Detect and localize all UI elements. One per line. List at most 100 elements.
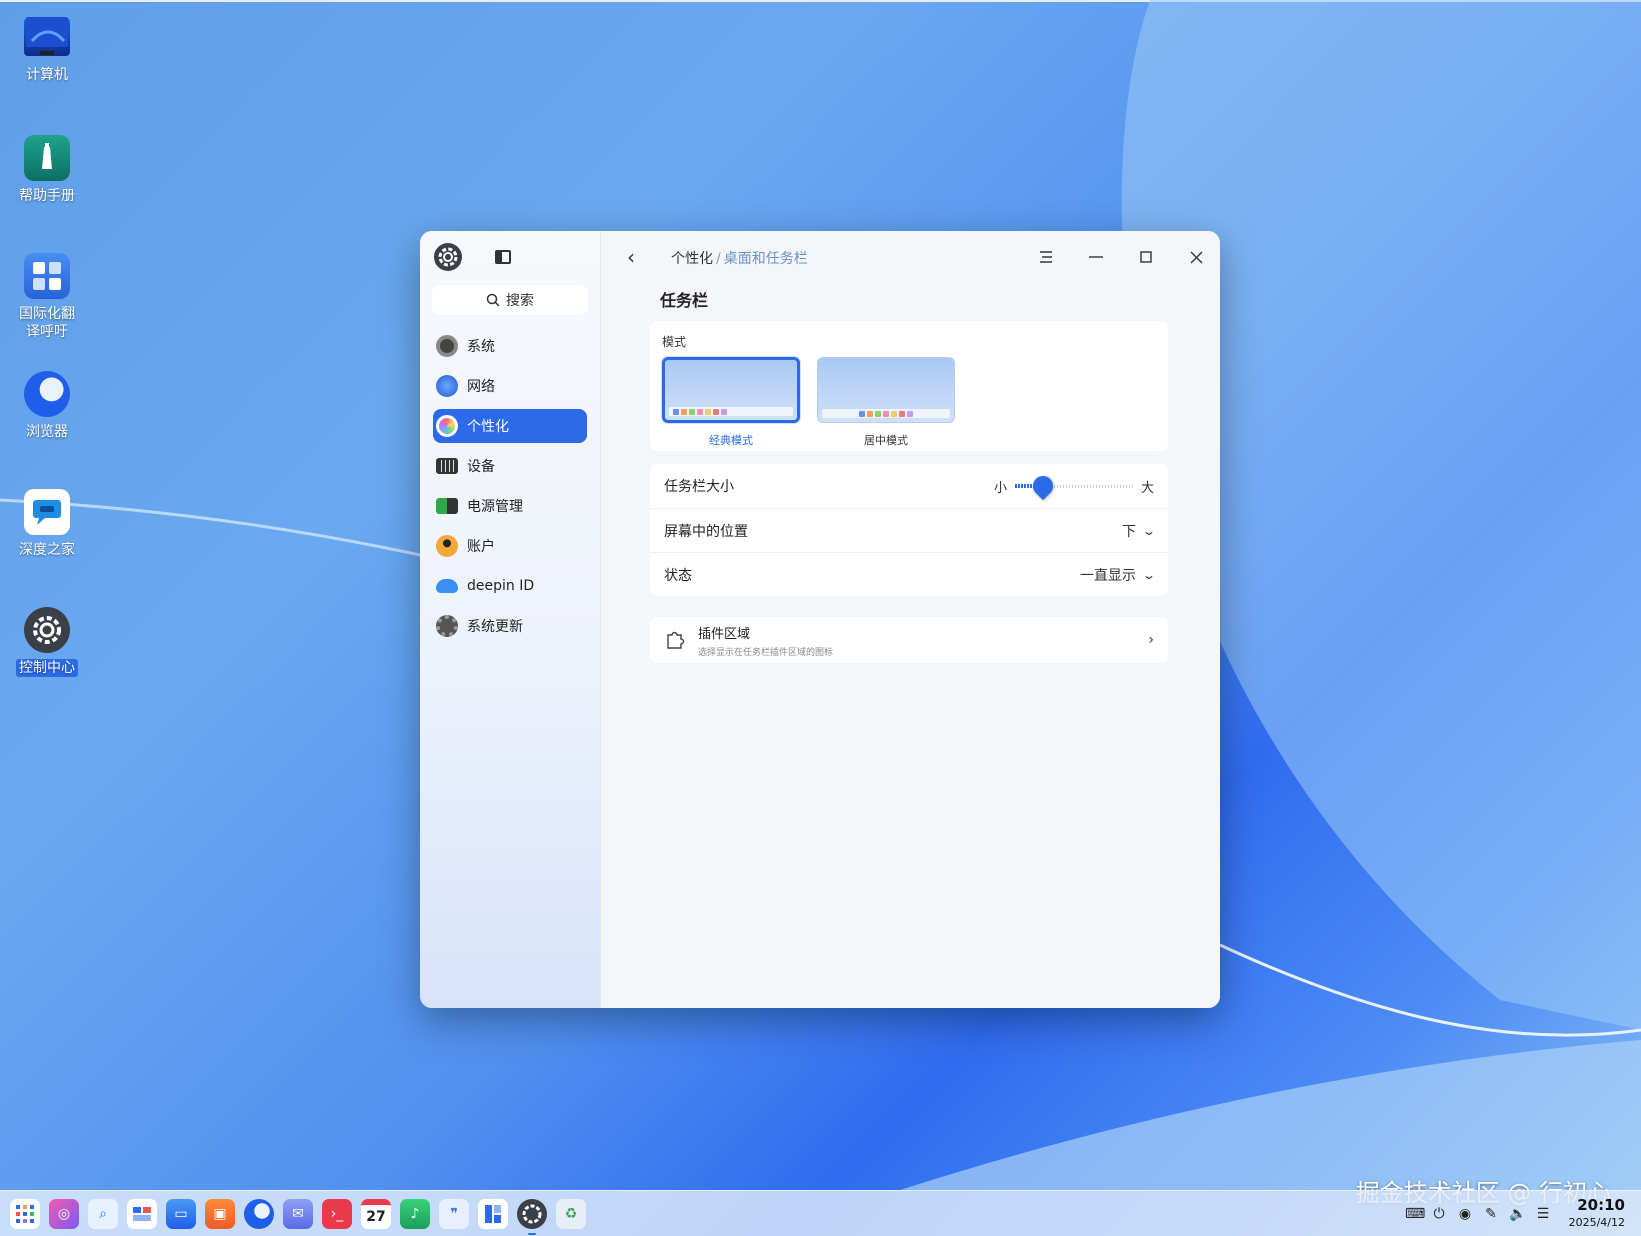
desktop-icon-deepin-home[interactable]: 深度之家	[6, 489, 88, 559]
keyboard-icon	[436, 458, 458, 474]
desktop-icon-label: 控制中心	[16, 659, 78, 677]
system-icon	[436, 335, 458, 357]
ai-assistant-icon[interactable]: ◎	[49, 1199, 79, 1229]
desktop-icon-help[interactable]: 帮助手册	[6, 135, 88, 205]
maximize-button[interactable]	[1130, 241, 1162, 273]
clock-time: 20:10	[1577, 1196, 1625, 1214]
music-icon[interactable]: ♪	[400, 1199, 430, 1229]
nav-list: 系统 网络 个性化 设备 电源管理 账户 deepin ID 系统更新	[420, 329, 600, 643]
breadcrumb: 个性化 / 桌面和任务栏	[671, 248, 808, 268]
menu-button[interactable]	[1030, 241, 1062, 273]
desktop-icon-browser[interactable]: 浏览器	[6, 371, 88, 441]
screen-position-value[interactable]: 下	[1122, 521, 1136, 541]
sidebar-item-deepin-id[interactable]: deepin ID	[433, 569, 587, 603]
lighthouse-icon	[24, 135, 70, 181]
sidebar-item-personalization[interactable]: 个性化	[433, 409, 587, 443]
minimize-icon	[1089, 256, 1103, 258]
desktop-icon-label: 计算机	[26, 67, 68, 83]
plugin-area-subtitle: 选择显示在任务栏插件区域的图标	[698, 647, 834, 658]
terminal-icon[interactable]: ›_	[322, 1199, 352, 1229]
taskbar-settings-card: 任务栏大小 小 大 屏幕中的位置 下 ⌄ 状态 一直显示 ⌄	[650, 464, 1168, 596]
notes-icon[interactable]: ❞	[439, 1199, 469, 1229]
screen-position-row[interactable]: 屏幕中的位置 下 ⌄	[650, 508, 1168, 552]
control-center-taskbar-icon[interactable]	[517, 1199, 547, 1235]
app-store-icon[interactable]: ▣	[205, 1199, 235, 1229]
personalization-icon	[436, 415, 458, 437]
cloud-icon	[436, 579, 458, 593]
back-button[interactable]: ‹	[619, 245, 643, 269]
control-center-window: 搜索 系统 网络 个性化 设备 电源管理 账户 deepin ID 系统更新 ‹…	[420, 231, 1220, 1008]
browser-icon[interactable]	[244, 1199, 274, 1229]
chevron-right-icon: ›	[1148, 632, 1154, 648]
desktop-icon-computer[interactable]: 计算机	[6, 17, 88, 84]
mail-icon[interactable]: ✉	[283, 1199, 313, 1229]
calendar-icon[interactable]: 27	[361, 1199, 391, 1229]
state-row[interactable]: 状态 一直显示 ⌄	[650, 552, 1168, 596]
power-icon	[436, 498, 458, 514]
plugin-area-item[interactable]: 插件区域 选择显示在任务栏插件区域的图标 ›	[650, 617, 1168, 663]
keyboard-icon[interactable]: ⌨	[1405, 1206, 1425, 1222]
gear-icon	[24, 607, 70, 653]
browser-icon	[24, 371, 70, 417]
translate-icon	[24, 253, 70, 299]
mode-option-classic[interactable]: 经典模式	[662, 357, 800, 448]
multitasking-icon[interactable]	[127, 1199, 157, 1229]
monitor-icon	[24, 17, 70, 56]
mode-option-label: 经典模式	[709, 434, 753, 447]
sidebar-item-system[interactable]: 系统	[433, 329, 587, 363]
sidebar: 搜索 系统 网络 个性化 设备 电源管理 账户 deepin ID 系统更新	[420, 231, 601, 1008]
sidebar-item-label: 个性化	[467, 419, 509, 435]
search-input[interactable]: 搜索	[432, 285, 588, 315]
power-icon[interactable]: ⏻	[1431, 1206, 1447, 1222]
slider-handle[interactable]	[1029, 471, 1058, 501]
mode-option-centered[interactable]: 居中模式	[817, 357, 955, 448]
notification-icon[interactable]: ◉	[1457, 1206, 1473, 1222]
sidebar-item-network[interactable]: 网络	[433, 369, 587, 403]
system-tray: ⌨ ⏻ ◉ ✎ 🔈 ☰	[1405, 1206, 1551, 1222]
state-value[interactable]: 一直显示	[1080, 565, 1136, 585]
sidebar-item-label: deepin ID	[467, 578, 535, 594]
breadcrumb-current: 桌面和任务栏	[723, 251, 808, 267]
close-button[interactable]	[1180, 241, 1212, 273]
sidebar-toggle-icon[interactable]	[495, 250, 511, 264]
desktop-icon-label: 深度之家	[19, 542, 75, 558]
file-manager-icon[interactable]: ▭	[166, 1199, 196, 1229]
clock[interactable]: 20:10 2025/4/12	[1569, 1196, 1625, 1229]
mode-thumbnail	[817, 357, 955, 423]
chevron-down-icon[interactable]: ⌄	[1142, 568, 1156, 582]
close-icon	[1190, 251, 1202, 263]
puzzle-icon	[667, 631, 685, 649]
taskbar-size-row: 任务栏大小 小 大	[650, 464, 1168, 508]
breadcrumb-separator: /	[716, 251, 721, 267]
state-label: 状态	[664, 567, 692, 584]
sidebar-item-update[interactable]: 系统更新	[433, 609, 587, 643]
taskbar: ◎ ⌕ ▭ ▣ ✉ ›_ 27 ♪ ❞ ♻ ⌨ ⏻ ◉ ✎ 🔈 ☰ 20:10 …	[0, 1190, 1641, 1236]
desktop-icon-translate[interactable]: 国际化翻译呼吁	[6, 253, 88, 341]
volume-icon[interactable]: 🔈	[1509, 1206, 1526, 1222]
mode-label: 模式	[662, 335, 687, 349]
sidebar-item-account[interactable]: 账户	[433, 529, 587, 563]
pen-icon[interactable]: ✎	[1483, 1206, 1499, 1222]
search-app-icon[interactable]: ⌕	[88, 1199, 118, 1229]
task-manager-icon[interactable]	[478, 1199, 508, 1229]
mode-option-label: 居中模式	[864, 434, 908, 447]
sidebar-item-device[interactable]: 设备	[433, 449, 587, 483]
sidebar-item-label: 系统	[467, 339, 495, 355]
sidebar-item-label: 系统更新	[467, 619, 523, 635]
taskbar-size-slider[interactable]	[1014, 471, 1133, 501]
maximize-icon	[1140, 251, 1152, 263]
breadcrumb-parent[interactable]: 个性化	[671, 251, 713, 267]
chevron-down-icon[interactable]: ⌄	[1142, 524, 1156, 538]
trash-icon[interactable]: ♻	[556, 1199, 586, 1229]
quick-settings-icon[interactable]: ☰	[1535, 1206, 1551, 1222]
screen-position-label: 屏幕中的位置	[664, 523, 748, 540]
sidebar-item-power[interactable]: 电源管理	[433, 489, 587, 523]
clock-date: 2025/4/12	[1568, 1216, 1625, 1229]
launcher-icon[interactable]	[10, 1199, 40, 1229]
sidebar-item-label: 账户	[467, 539, 495, 555]
desktop-icon-label: 帮助手册	[19, 188, 75, 204]
titlebar: ‹ 个性化 / 桌面和任务栏	[601, 231, 1220, 283]
search-icon	[486, 293, 500, 307]
desktop-icon-control-center[interactable]: 控制中心	[6, 607, 88, 677]
minimize-button[interactable]	[1080, 241, 1112, 273]
